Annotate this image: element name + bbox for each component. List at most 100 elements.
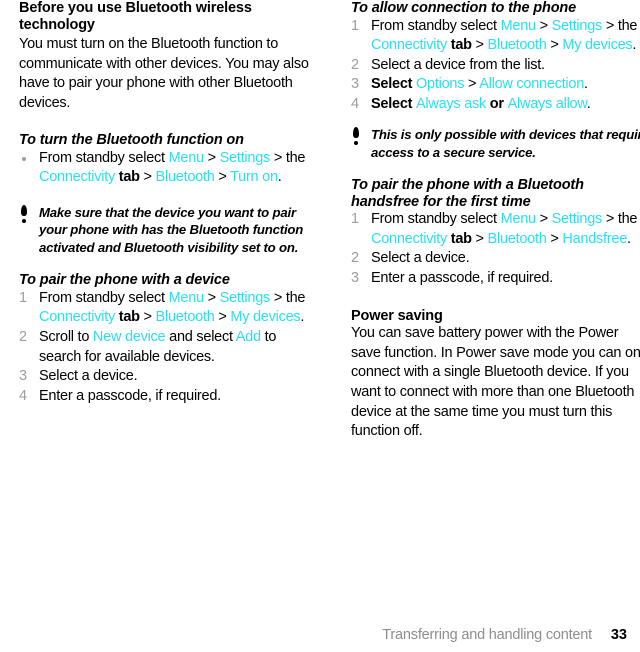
plain-text: and select [165, 328, 236, 345]
ui-term: Add [235, 328, 261, 345]
ui-term: Menu [168, 149, 205, 166]
emphasis-text: Select [371, 95, 416, 112]
plain-text: Select a device. [371, 250, 470, 267]
ui-term: Connectivity [371, 37, 447, 54]
emphasis-text: tab [114, 169, 140, 186]
plain-text: > [139, 309, 156, 326]
footer-chapter-title: Transferring and handling content [382, 627, 592, 643]
footer-page-number: 33 [610, 627, 627, 643]
note-text: Make sure that the device you want to pa… [39, 205, 304, 255]
plain-text: From standby select [371, 17, 501, 34]
emphasis-text: tab [446, 230, 472, 247]
list-item: 1 From standby select Menu > Settings > t… [351, 210, 640, 249]
note-text: This is only possible with devices that … [371, 127, 640, 160]
list-item: 2 Select a device from the list. [351, 56, 640, 76]
list-item-text: Select a device from the list. [371, 57, 545, 73]
plain-text: . [277, 169, 282, 186]
list-item-text: Select a device. [39, 368, 138, 384]
task-heading-pair-handsfree: To pair the phone with a Bluetooth hands… [351, 177, 584, 210]
list-item-text: From standby select Menu > Settings > th… [39, 150, 305, 186]
plain-text: . [586, 95, 591, 112]
ui-term: Allow connection [479, 76, 585, 93]
plain-text: . [627, 230, 631, 247]
plain-text: From standby select [371, 211, 501, 228]
list-item-text: Enter a passcode, if required. [371, 270, 553, 286]
ui-term: Connectivity [371, 230, 447, 247]
ui-term: Settings [551, 17, 603, 34]
plain-text: Select a device from the list. [371, 56, 545, 73]
step-number: 2 [19, 328, 27, 345]
plain-text: > [139, 169, 156, 186]
ui-term: Connectivity [39, 309, 115, 326]
plain-text: . [584, 76, 588, 93]
steps-turn-bluetooth-on: From standby select Menu > Settings > th… [19, 149, 319, 188]
plain-text: > the [602, 17, 638, 34]
ui-term: Bluetooth [155, 169, 215, 186]
list-item-text: From standby select Menu > Settings > th… [371, 211, 637, 247]
exclamation-icon [352, 127, 360, 146]
steps-pair-with-device: 1 From standby select Menu > Settings > t… [19, 289, 319, 407]
list-item: 2 Scroll to New device and select Add to … [19, 328, 319, 367]
ui-term: Settings [551, 211, 603, 228]
note-callout-secure-service: This is only possible with devices that … [351, 126, 640, 161]
list-item: 4 Select Always ask or Always allow. [351, 95, 640, 115]
step-number: 4 [19, 387, 27, 404]
emphasis-text: or [486, 95, 508, 112]
list-item: From standby select Menu > Settings > th… [19, 149, 319, 188]
left-column: Before you use Bluetooth wireless techno… [19, 0, 319, 406]
step-number: 3 [351, 76, 359, 93]
ui-term: Turn on [230, 169, 278, 186]
plain-text: > [535, 211, 552, 228]
plain-text: Scroll to [39, 328, 93, 345]
step-number: 4 [351, 95, 359, 112]
plain-text: . [300, 309, 305, 326]
step-number: 1 [351, 17, 359, 34]
ui-term: Always ask [416, 95, 487, 112]
plain-text: . [632, 37, 637, 54]
plain-text: > [471, 230, 488, 247]
plain-text: > [471, 37, 488, 54]
bullet-dot-icon [22, 156, 26, 161]
page-footer: Transferring and handling content 33 [0, 616, 640, 652]
emphasis-text: Select [371, 76, 416, 93]
list-item-text: From standby select Menu > Settings > th… [371, 18, 637, 54]
power-saving-paragraph: You can save battery power with the Powe… [351, 325, 640, 440]
plain-text: From standby select [39, 289, 169, 306]
plain-text: > the [602, 211, 638, 228]
ui-term: Settings [219, 149, 271, 166]
ui-term: My devices [230, 309, 301, 326]
intro-paragraph: You must turn on the Bluetooth function … [19, 36, 309, 111]
step-number: 1 [19, 289, 27, 306]
steps-pair-handsfree: 1 From standby select Menu > Settings > t… [351, 210, 640, 288]
plain-text: > [214, 309, 231, 326]
list-item: 1 From standby select Menu > Settings > t… [351, 17, 640, 56]
ui-term: Menu [500, 211, 537, 228]
manual-page: Before you use Bluetooth wireless techno… [0, 0, 640, 652]
plain-text: > [203, 289, 220, 306]
ui-term: My devices [562, 37, 633, 54]
list-item: 3 Select a device. [19, 367, 319, 387]
ui-term: Bluetooth [487, 37, 547, 54]
ui-term: Menu [168, 289, 205, 306]
plain-text: > [546, 230, 563, 247]
step-number: 1 [351, 211, 359, 228]
steps-allow-connection: 1 From standby select Menu > Settings > t… [351, 17, 640, 115]
list-item-text: Enter a passcode, if required. [39, 388, 221, 404]
emphasis-text: tab [114, 309, 140, 326]
plain-text: Enter a passcode, if required. [371, 270, 553, 287]
list-item-text: Select Always ask or Always allow. [371, 96, 591, 112]
plain-text: > the [270, 149, 306, 166]
section-heading-bluetooth-intro: Before you use Bluetooth wireless techno… [19, 0, 252, 33]
list-item: 4 Enter a passcode, if required. [19, 387, 319, 407]
list-item-text: Select Options > Allow connection. [371, 76, 588, 92]
exclamation-icon [20, 205, 28, 224]
ui-term: Bluetooth [487, 230, 547, 247]
plain-text: > the [270, 289, 306, 306]
plain-text: > [535, 17, 552, 34]
ui-term: Always allow [507, 95, 587, 112]
ui-term: Settings [219, 289, 271, 306]
